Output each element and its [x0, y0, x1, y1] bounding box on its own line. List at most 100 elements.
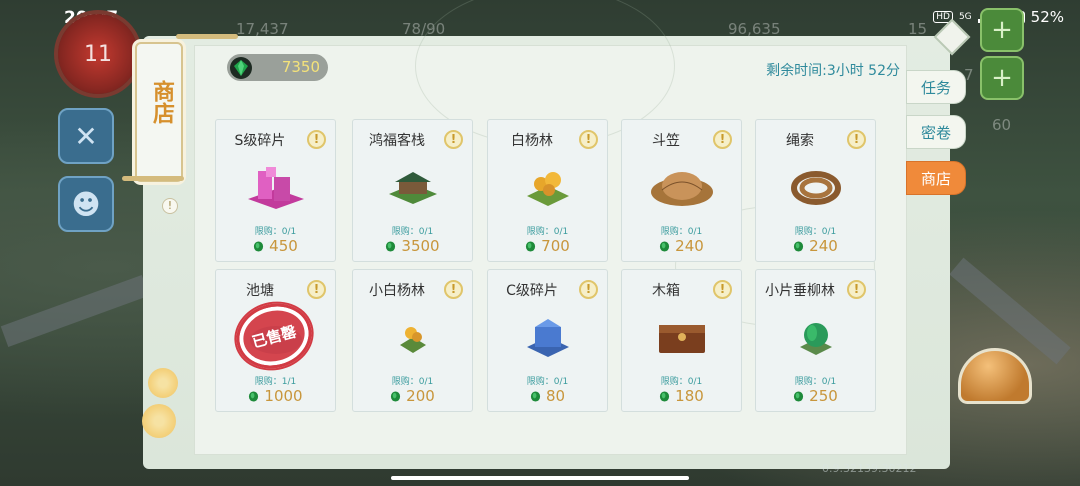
item-name: 小白杨林 — [369, 283, 425, 299]
item-name: 池塘 — [246, 283, 274, 299]
item-name: 小片垂柳林 — [765, 283, 835, 299]
item-name: C级碎片 — [506, 283, 558, 299]
item-price: 3500 — [353, 237, 472, 255]
shop-item-card[interactable]: 池塘! 已售罄 限购：1/1 1000 — [215, 269, 336, 412]
shop-title: 商店 — [149, 80, 174, 124]
add-resource-icon[interactable]: + — [980, 56, 1024, 100]
shop-item-card[interactable]: S级碎片! 限购：0/1 450 — [215, 119, 336, 262]
gem-icon — [659, 387, 675, 405]
flower-decoration — [148, 368, 178, 398]
item-price: 240 — [756, 237, 875, 255]
item-name: 斗笠 — [652, 133, 680, 149]
price-value: 200 — [406, 387, 435, 405]
info-icon[interactable]: ! — [847, 130, 866, 149]
gem-icon — [390, 387, 406, 405]
item-name: 鸿福客栈 — [369, 133, 425, 149]
shop-item-card[interactable]: 小片垂柳林! 限购：0/1 250 — [755, 269, 876, 412]
gem-icon — [525, 237, 541, 255]
home-indicator[interactable] — [391, 476, 689, 480]
gem-icon — [230, 57, 252, 79]
shop-item-card[interactable]: 斗笠! 限购：0/1 240 — [621, 119, 742, 262]
price-value: 250 — [809, 387, 838, 405]
price-value: 700 — [541, 237, 570, 255]
scroll-rod-top — [176, 34, 238, 39]
pink-building-icon — [236, 160, 316, 216]
info-icon[interactable]: ! — [579, 280, 598, 299]
gem-icon — [248, 387, 264, 405]
shop-item-card[interactable]: 小白杨林! 限购：0/1 200 — [352, 269, 473, 412]
small-poplar-icon — [373, 310, 453, 366]
shop-title-scroll: 商店 — [135, 42, 183, 182]
road — [0, 275, 150, 347]
road — [949, 257, 1071, 365]
price-value: 240 — [675, 237, 704, 255]
bamboo-hat-icon — [642, 160, 722, 216]
purchase-limit: 限购：0/1 — [660, 377, 703, 387]
shop-item-card[interactable]: 木箱! 限购：0/1 180 — [621, 269, 742, 412]
tab-shop[interactable]: 商店 — [906, 161, 966, 195]
purchase-limit: 限购：0/1 — [660, 227, 703, 237]
item-name: 白杨林 — [511, 133, 553, 149]
willow-grove-icon — [776, 310, 856, 366]
item-price: 450 — [216, 237, 335, 255]
gem-icon — [793, 387, 809, 405]
add-icon[interactable]: + — [980, 8, 1024, 52]
purchase-limit: 限购：0/1 — [254, 227, 297, 237]
flower-decoration — [142, 404, 176, 438]
info-icon[interactable]: ! — [579, 130, 598, 149]
purchase-limit: 限购：0/1 — [391, 377, 434, 387]
side-counter-b: 60 — [992, 116, 1012, 134]
item-name: 木箱 — [652, 283, 680, 299]
item-name: S级碎片 — [234, 133, 286, 149]
tab-label: 密卷 — [920, 123, 951, 142]
gem-icon — [253, 237, 269, 255]
price-value: 1000 — [264, 387, 303, 405]
tab-label: 商店 — [920, 169, 951, 188]
tab-scrolls[interactable]: 密卷 — [906, 115, 966, 149]
shop-item-card[interactable]: 鸿福客栈! 限购：0/1 3500 — [352, 119, 473, 262]
tools-icon[interactable]: ✕ — [58, 108, 114, 164]
scroll-rod-bottom — [122, 176, 184, 181]
info-icon[interactable]: ! — [307, 280, 326, 299]
inn-icon — [373, 160, 453, 216]
item-price: 200 — [353, 387, 472, 405]
info-icon[interactable]: ! — [444, 130, 463, 149]
info-icon[interactable]: ! — [847, 280, 866, 299]
info-icon[interactable]: ! — [307, 130, 326, 149]
price-value: 450 — [269, 237, 298, 255]
gem-balance: 7350 — [281, 58, 320, 76]
shop-item-card[interactable]: C级碎片! 限购：0/1 80 — [487, 269, 608, 412]
item-name: 绳索 — [786, 133, 814, 149]
item-price: 80 — [488, 387, 607, 405]
info-icon[interactable]: ! — [713, 130, 732, 149]
item-price: 240 — [622, 237, 741, 255]
battery-percent: 52% — [1030, 8, 1064, 26]
shop-item-card[interactable]: 白杨林! 限购：0/1 700 — [487, 119, 608, 262]
price-value: 240 — [809, 237, 838, 255]
price-value: 180 — [675, 387, 704, 405]
info-icon[interactable]: ! — [713, 280, 732, 299]
item-price: 250 — [756, 387, 875, 405]
purchase-limit: 限购：0/1 — [391, 227, 434, 237]
price-value: 80 — [545, 387, 566, 405]
gem-icon — [530, 387, 546, 405]
info-icon[interactable]: ! — [444, 280, 463, 299]
rope-icon — [776, 160, 856, 216]
tab-tasks[interactable]: 任务 — [906, 70, 966, 104]
shop-item-card[interactable]: 绳索! 限购：0/1 240 — [755, 119, 876, 262]
version-label: 0.9.32139.30212 — [822, 462, 917, 475]
purchase-limit: 限购：1/1 — [254, 377, 297, 387]
price-value: 3500 — [401, 237, 440, 255]
item-price: 700 — [488, 237, 607, 255]
item-price: 1000 — [216, 387, 335, 405]
info-icon[interactable]: ! — [162, 198, 178, 214]
purchase-limit: 限购：0/1 — [526, 377, 569, 387]
tab-label: 任务 — [920, 78, 951, 97]
gem-currency-display: 7350 — [227, 54, 328, 81]
network-label: 5G — [958, 12, 972, 22]
gem-icon — [385, 237, 401, 255]
purchase-limit: 限购：0/1 — [794, 377, 837, 387]
purchase-limit: 限购：0/1 — [526, 227, 569, 237]
player-level-badge[interactable]: 11 — [58, 14, 138, 94]
friends-icon[interactable]: ☻ — [58, 176, 114, 232]
